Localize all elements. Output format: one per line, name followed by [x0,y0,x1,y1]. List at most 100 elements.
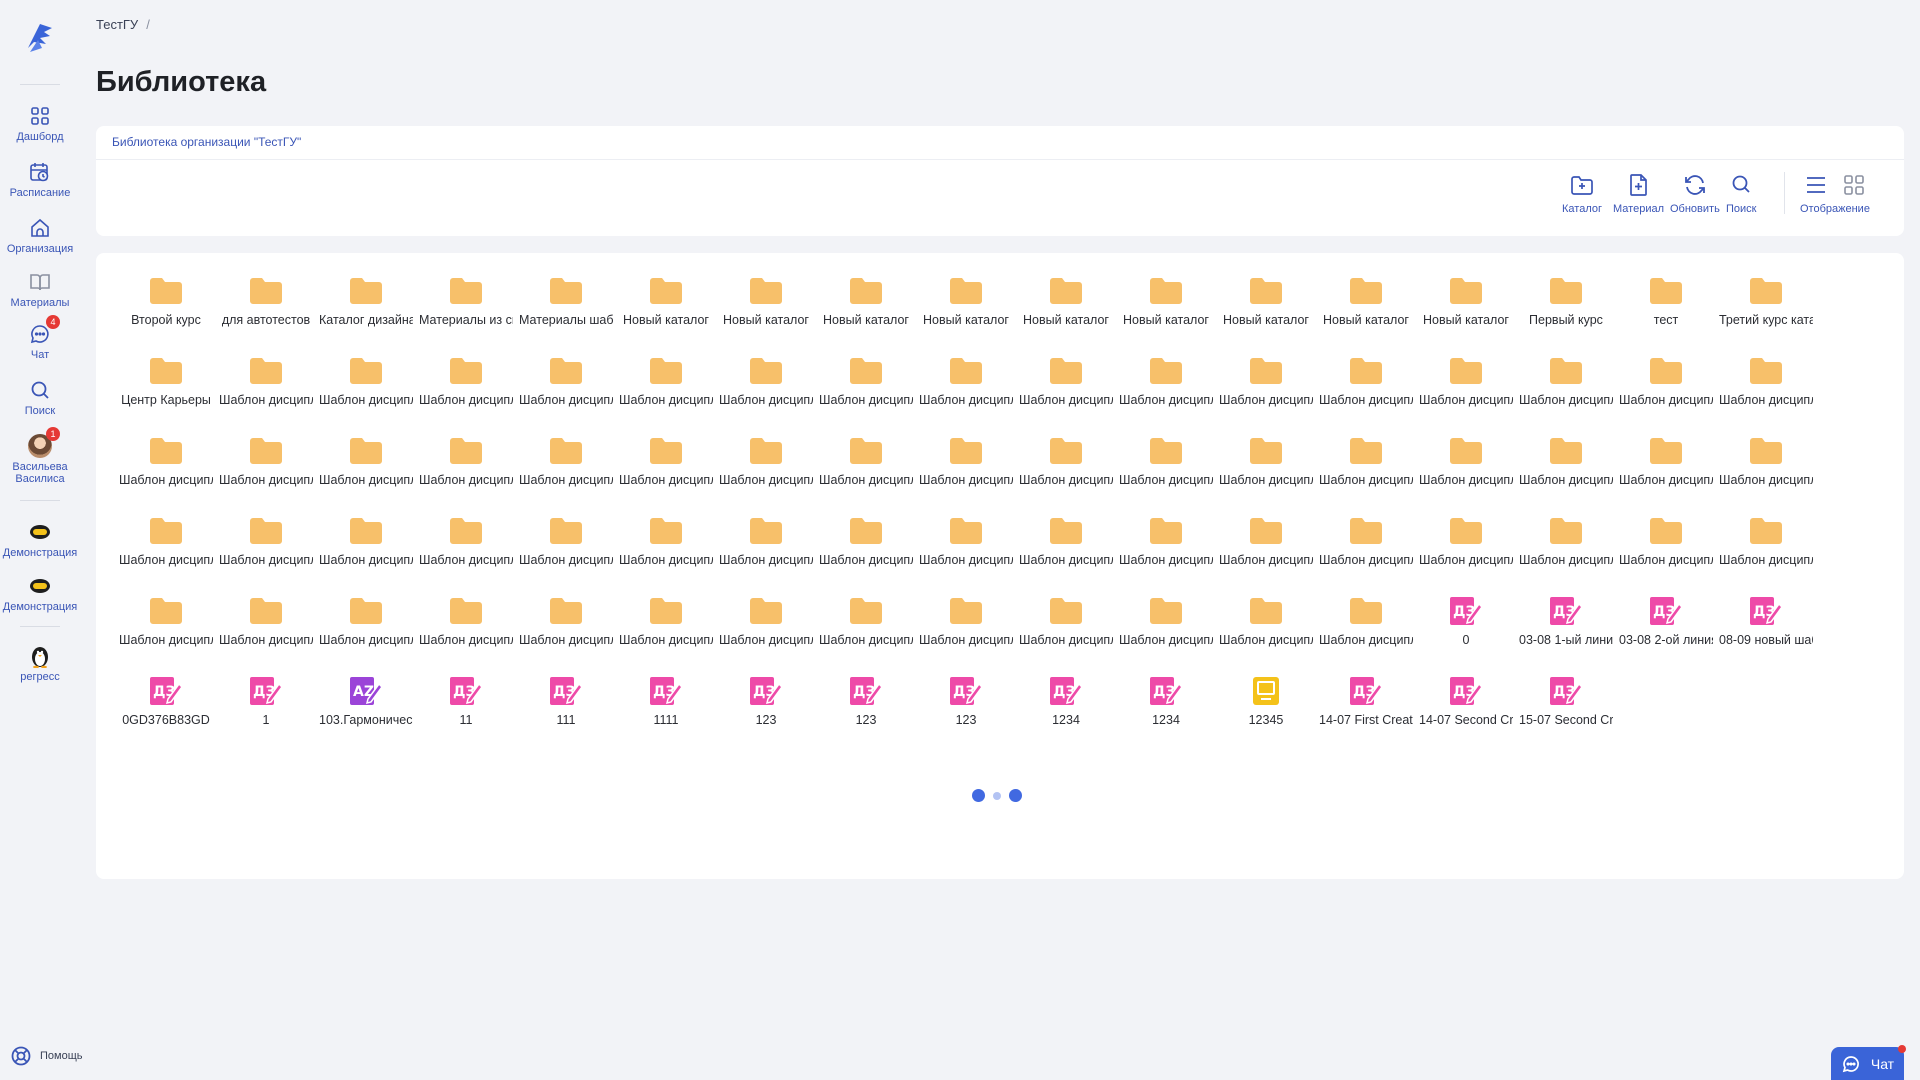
catalog-tile[interactable]: Шаблон дисциплины [316,591,416,671]
catalog-tile[interactable]: Шаблон дисциплины [116,511,216,591]
material-tile[interactable]: ДЗ 1 [216,671,316,751]
sidebar-item-search[interactable]: Поиск [0,378,80,417]
catalog-tile[interactable]: Шаблон дисциплины [1516,511,1616,591]
catalog-tile[interactable]: Второй курс [116,271,216,351]
catalog-tile[interactable]: Шаблон дисциплины [416,351,516,431]
catalog-tile[interactable]: Шаблон дисциплины [216,511,316,591]
sidebar-item-chat[interactable]: 4 Чат [0,315,80,361]
catalog-tile[interactable]: Центр Карьеры [116,351,216,431]
catalog-tile[interactable]: Новый каталог [616,271,716,351]
catalog-tile[interactable]: Шаблон дисциплины [416,591,516,671]
catalog-tile[interactable]: Шаблон дисциплины [416,511,516,591]
catalog-tile[interactable]: Шаблон дисциплины [1416,351,1516,431]
catalog-tile[interactable]: Шаблон дисциплины [1116,591,1216,671]
catalog-tile[interactable]: Шаблон дисциплины [116,431,216,511]
view-mode-toggle[interactable]: Отображение [1800,172,1870,215]
catalog-tile[interactable]: Шаблон дисциплины [1016,351,1116,431]
catalog-tile[interactable]: Шаблон дисциплины [1216,431,1316,511]
catalog-tile[interactable]: Шаблон дисциплины [816,431,916,511]
help-link[interactable]: Помощь [10,1045,83,1067]
material-tile[interactable]: ДЗ 03-08 2-ой линия [1616,591,1716,671]
catalog-tile[interactable]: Шаблон дисциплины [1116,431,1216,511]
catalog-tile[interactable]: Шаблон дисциплины [516,351,616,431]
catalog-tile[interactable]: Шаблон дисциплины [116,591,216,671]
catalog-tile[interactable]: тест [1616,271,1716,351]
sidebar-item-dashboard[interactable]: Дашборд [0,104,80,143]
catalog-tile[interactable]: Материалы из систем [416,271,516,351]
catalog-tile[interactable]: Шаблон дисциплины [616,431,716,511]
catalog-tile[interactable]: Новый каталог [1116,271,1216,351]
catalog-tile[interactable]: Шаблон дисциплины [916,511,1016,591]
catalog-tile[interactable]: Каталог дизайна [316,271,416,351]
catalog-tile[interactable]: Шаблон дисциплины [1616,351,1716,431]
catalog-tile[interactable]: Шаблон дисциплины [1016,591,1116,671]
catalog-tile[interactable]: Шаблон дисциплины [216,351,316,431]
material-tile[interactable]: ДЗ 0GD376B83GD [116,671,216,751]
catalog-tile[interactable]: Шаблон дисциплины [1516,431,1616,511]
material-tile[interactable]: ДЗ 1234 [1116,671,1216,751]
catalog-tile[interactable]: Шаблон дисциплины [716,351,816,431]
catalog-tile[interactable]: Шаблон дисциплины [1016,511,1116,591]
material-tile[interactable]: ДЗ 03-08 1-ый линия [1516,591,1616,671]
catalog-tile[interactable]: Новый каталог [1416,271,1516,351]
catalog-tile[interactable]: Шаблон дисциплины [716,431,816,511]
catalog-tile[interactable]: Новый каталог [716,271,816,351]
sidebar-item-materials[interactable]: Материалы [0,270,80,309]
catalog-tile[interactable]: Шаблон дисциплины [1616,511,1716,591]
catalog-tile[interactable]: Шаблон дисциплины [816,351,916,431]
catalog-tile[interactable]: Шаблон дисциплины [916,431,1016,511]
catalog-tile[interactable]: Шаблон дисциплины [516,431,616,511]
logo[interactable] [20,18,60,58]
catalog-tile[interactable]: Шаблон дисциплины [616,511,716,591]
org-library-link[interactable]: Библиотека организации "ТестГУ" [112,135,301,149]
material-tile[interactable]: ДЗ 15-07 Second Create [1516,671,1616,751]
material-tile[interactable]: ДЗ 1111 [616,671,716,751]
material-tile[interactable]: ДЗ 08-09 новый шаблон [1716,591,1816,671]
catalog-tile[interactable]: Шаблон дисциплины [1216,591,1316,671]
catalog-tile[interactable]: Шаблон дисциплины [416,431,516,511]
catalog-tile[interactable]: Шаблон дисциплины [616,591,716,671]
catalog-tile[interactable]: Шаблон дисциплины [1116,511,1216,591]
catalog-tile[interactable]: Первый курс [1516,271,1616,351]
catalog-tile[interactable]: Шаблон дисциплины [1416,431,1516,511]
catalog-tile[interactable]: Шаблон дисциплины [616,351,716,431]
catalog-tile[interactable]: Шаблон дисциплины [816,511,916,591]
catalog-tile[interactable]: Шаблон дисциплины [816,591,916,671]
catalog-tile[interactable]: Шаблон дисциплины [1316,511,1416,591]
material-tile[interactable]: 12345 [1216,671,1316,751]
catalog-tile[interactable]: Материалы шаблона [516,271,616,351]
material-tile[interactable]: ДЗ 123 [816,671,916,751]
catalog-tile[interactable]: Шаблон дисциплины [716,591,816,671]
catalog-tile[interactable]: Шаблон дисциплины [1716,431,1816,511]
sidebar-item-regress[interactable]: регресс [0,644,80,683]
list-view-icon[interactable] [1803,172,1829,198]
sidebar-item-demo-1[interactable]: Демонстрация [0,520,80,559]
catalog-tile[interactable]: Шаблон дисциплины [316,431,416,511]
material-tile[interactable]: ДЗ 14-07 First Create [1316,671,1416,751]
material-tile[interactable]: ДЗ 123 [916,671,1016,751]
catalog-tile[interactable]: Шаблон дисциплины [1316,351,1416,431]
material-tile[interactable]: ДЗ 111 [516,671,616,751]
catalog-tile[interactable]: Шаблон дисциплины [1216,511,1316,591]
catalog-tile[interactable]: Шаблон дисциплины [916,351,1016,431]
new-material-button[interactable]: Материал [1613,172,1664,215]
catalog-tile[interactable]: Новый каталог [1216,271,1316,351]
catalog-tile[interactable]: Новый каталог [1016,271,1116,351]
catalog-tile[interactable]: Шаблон дисциплины [716,511,816,591]
catalog-tile[interactable]: Новый каталог [1316,271,1416,351]
catalog-tile[interactable]: Шаблон дисциплины [1116,351,1216,431]
material-tile[interactable]: ДЗ 14-07 Second Create [1416,671,1516,751]
catalog-tile[interactable]: Шаблон дисциплины [1716,511,1816,591]
breadcrumb-root[interactable]: ТестГУ [96,17,138,32]
catalog-tile[interactable]: Третий курс каталог [1716,271,1816,351]
search-button[interactable]: Поиск [1726,172,1756,215]
material-tile[interactable]: ДЗ 0 [1416,591,1516,671]
catalog-tile[interactable]: Шаблон дисциплины [1716,351,1816,431]
catalog-tile[interactable]: Шаблон дисциплины [516,591,616,671]
sidebar-item-demo-2[interactable]: Демонстрация [0,574,80,613]
catalog-tile[interactable]: Шаблон дисциплины [316,351,416,431]
catalog-tile[interactable]: Шаблон дисциплины [216,431,316,511]
grid-view-icon[interactable] [1841,172,1867,198]
catalog-tile[interactable]: Новый каталог [816,271,916,351]
catalog-tile[interactable]: для автотестов [216,271,316,351]
